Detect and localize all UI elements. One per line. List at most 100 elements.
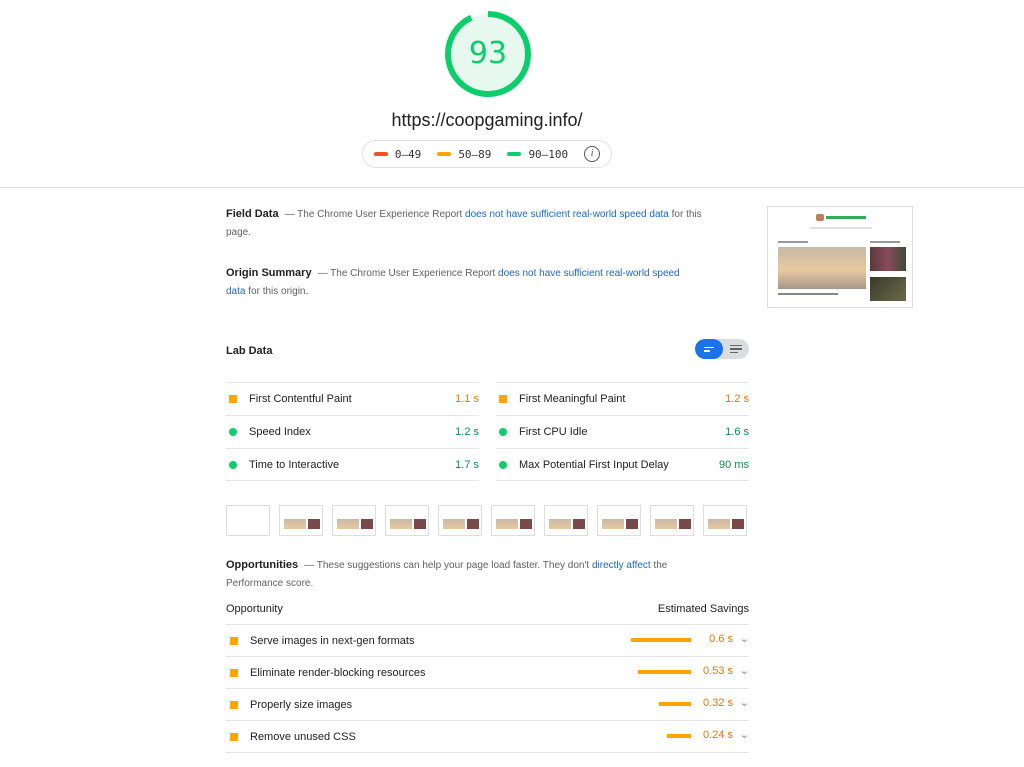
header-divider (0, 187, 1024, 188)
filmstrip-frame (597, 505, 641, 536)
metric-first-cpu-idle: First CPU Idle 1.6 s (496, 415, 749, 448)
filmstrip (226, 505, 750, 537)
score-legend: 0–49 50–89 90–100 i (362, 140, 612, 168)
opportunities-list: Serve images in next-gen formats 0.6 s ⌄… (226, 624, 749, 753)
average-square-icon (230, 668, 238, 677)
legend-fail-label: 0–49 (394, 147, 422, 161)
field-data-link[interactable]: does not have sufficient real-world spee… (465, 209, 669, 220)
metric-max-potential-fid: Max Potential First Input Delay 90 ms (496, 448, 749, 481)
origin-summary-text-end: for this origin. (245, 286, 309, 297)
average-square-icon (230, 732, 238, 741)
site-sidebar-image (870, 247, 906, 271)
opportunity-row[interactable]: Serve images in next-gen formats 0.6 s ⌄ (226, 624, 749, 656)
compact-view-icon (704, 346, 714, 352)
metric-value: 90 ms (719, 458, 749, 471)
metrics-left-column: First Contentful Paint 1.1 s Speed Index… (226, 382, 479, 481)
filmstrip-frame (226, 505, 270, 536)
filmstrip-frame (544, 505, 588, 536)
site-sidebar-heading (870, 241, 900, 243)
metrics-right-column: First Meaningful Paint 1.2 s First CPU I… (496, 382, 749, 481)
opportunity-row[interactable]: Eliminate render-blocking resources 0.53… (226, 656, 749, 688)
legend-pass: 90–100 (507, 148, 568, 161)
chevron-down-icon[interactable]: ⌄ (740, 664, 749, 677)
chevron-down-icon[interactable]: ⌄ (740, 728, 749, 741)
field-data-title: Field Data (226, 208, 279, 220)
page-url: https://coopgaming.info/ (391, 110, 583, 130)
metric-label: First Contentful Paint (249, 393, 352, 405)
savings-bar-track (631, 670, 691, 674)
opportunities-title: Opportunities (226, 559, 299, 571)
site-banner (826, 216, 866, 219)
legend-average: 50–89 (437, 148, 491, 161)
chevron-down-icon[interactable]: ⌄ (740, 632, 749, 645)
pass-circle-icon (229, 460, 237, 469)
legend-average-bar (437, 152, 452, 156)
filmstrip-frame (650, 505, 694, 536)
chevron-down-icon[interactable]: ⌄ (740, 696, 749, 709)
site-hero-image (778, 247, 866, 289)
expanded-view-icon (730, 344, 742, 354)
origin-summary-section: Origin Summary — The Chrome User Experien… (226, 264, 696, 301)
savings-bar-track (631, 734, 691, 738)
filmstrip-frame (385, 505, 429, 536)
metric-speed-index: Speed Index 1.2 s (226, 415, 479, 448)
pass-circle-icon (229, 428, 237, 436)
filmstrip-frame (438, 505, 482, 536)
filmstrip-frame (279, 505, 323, 536)
average-square-icon (230, 700, 238, 709)
legend-average-label: 50–89 (458, 147, 492, 161)
metric-value: 1.2 s (455, 426, 479, 438)
average-square-icon (229, 395, 237, 403)
metric-label: Speed Index (249, 426, 311, 438)
savings-value: 0.53 s (703, 665, 733, 677)
legend-pass-bar (507, 152, 522, 156)
savings-bar-track (631, 638, 691, 642)
pass-circle-icon (499, 460, 507, 469)
opportunities-header: Opportunity Estimated Savings (226, 603, 749, 615)
site-nav (810, 227, 872, 229)
filmstrip-frame (703, 505, 747, 536)
view-toggle[interactable] (695, 339, 749, 359)
site-logo-icon (816, 214, 824, 221)
opportunities-text: — These suggestions can help your page l… (304, 560, 592, 571)
savings-value: 0.32 s (703, 697, 733, 709)
field-data-text: — The Chrome User Experience Report (284, 209, 466, 220)
lab-data-title: Lab Data (226, 345, 273, 357)
opportunities-intro: Opportunities — These suggestions can hel… (226, 556, 706, 593)
field-data-section: Field Data — The Chrome User Experience R… (226, 205, 706, 242)
opportunity-column-header: Opportunity (226, 603, 283, 615)
toggle-expanded-view[interactable] (723, 339, 749, 359)
savings-bar (667, 734, 691, 738)
opportunity-row[interactable]: Properly size images 0.32 s ⌄ (226, 688, 749, 720)
filmstrip-frame (332, 505, 376, 536)
metric-first-contentful-paint: First Contentful Paint 1.1 s (226, 382, 479, 415)
final-screenshot (767, 206, 913, 308)
origin-summary-text: — The Chrome User Experience Report (317, 268, 499, 279)
metric-first-meaningful-paint: First Meaningful Paint 1.2 s (496, 382, 749, 415)
savings-column-header: Estimated Savings (657, 603, 749, 615)
metric-time-to-interactive: Time to Interactive 1.7 s (226, 448, 479, 481)
savings-bar (659, 702, 691, 706)
savings-bar-track (631, 702, 691, 706)
metric-label: First Meaningful Paint (519, 393, 626, 405)
filmstrip-frame (491, 505, 535, 536)
savings-value: 0.6 s (709, 633, 733, 645)
metric-label: Time to Interactive (249, 458, 340, 471)
legend-fail-bar (373, 152, 388, 156)
pass-circle-icon (499, 428, 507, 436)
directly-affect-link[interactable]: directly affect (592, 560, 651, 571)
legend-fail: 0–49 (373, 147, 422, 161)
info-icon[interactable]: i (584, 146, 601, 162)
average-square-icon (499, 395, 507, 403)
opportunity-row[interactable]: Remove unused CSS 0.24 s ⌄ (226, 720, 749, 753)
origin-summary-title: Origin Summary (226, 267, 312, 279)
savings-value: 0.24 s (703, 729, 733, 741)
site-article-title (778, 293, 838, 295)
metric-value: 1.1 s (455, 393, 479, 405)
site-heading (778, 241, 808, 243)
toggle-compact-view[interactable] (695, 339, 723, 359)
average-square-icon (230, 636, 238, 645)
site-sidebar-image-2 (870, 277, 906, 301)
performance-score: 93 (468, 36, 508, 71)
metric-value: 1.6 s (725, 426, 749, 438)
